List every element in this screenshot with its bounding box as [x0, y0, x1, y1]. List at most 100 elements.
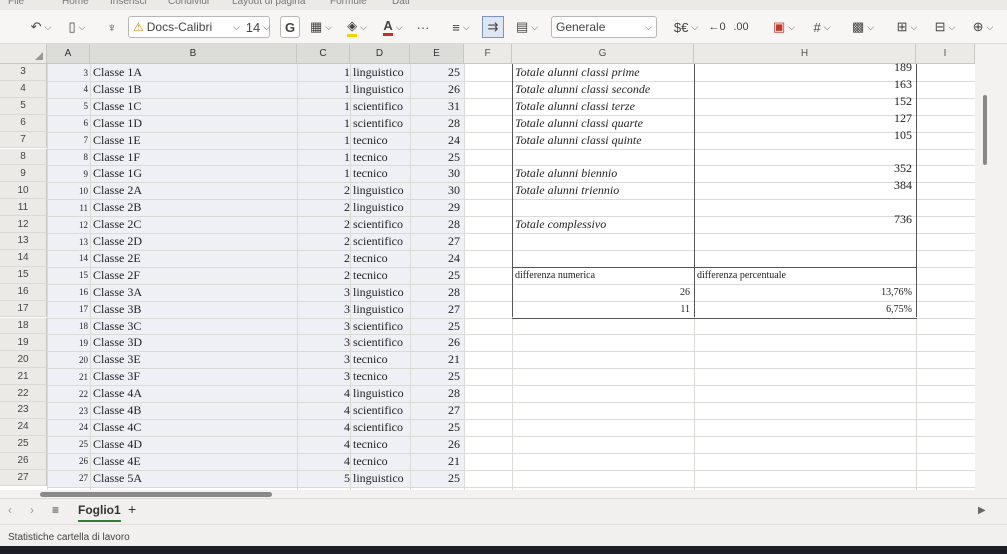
cell-track[interactable]: scientifico [350, 233, 410, 250]
cell-class-name[interactable]: Classe 1F [90, 149, 297, 166]
row-header[interactable]: 26 [0, 452, 47, 470]
column-header-a[interactable]: A [47, 44, 90, 64]
menu-condividi[interactable]: Condividi [168, 0, 209, 7]
cell-class-name[interactable]: Classe 1D [90, 115, 297, 132]
add-sheet-button[interactable]: + [128, 501, 136, 517]
summary-value[interactable]: 105 [694, 127, 916, 144]
spreadsheet-grid[interactable]: A B C D E F G H I 3 3 Classe 1A 1 linguistico 25 4 4 Clas… [0, 44, 975, 490]
cell-class-name[interactable]: Classe 2A [90, 182, 297, 199]
cell-students[interactable]: 29 [410, 199, 464, 216]
cell-track[interactable]: linguistico [350, 385, 410, 402]
row-header[interactable]: 8 [0, 148, 47, 166]
summary-value[interactable]: 352 [694, 160, 916, 177]
cell-id[interactable]: 23 [47, 402, 90, 419]
font-size-select[interactable]: ⌵ 14 ⌵ [228, 16, 272, 38]
cell-class-name[interactable]: Classe 1B [90, 81, 297, 98]
diff-num-header[interactable]: differenza numerica [512, 267, 694, 284]
cell-id[interactable]: 4 [47, 81, 90, 98]
workbook-statistics[interactable]: Statistiche cartella di lavoro [8, 532, 130, 543]
cell-track[interactable]: tecnico [350, 149, 410, 166]
column-header-f[interactable]: F [464, 44, 512, 64]
cell-year[interactable]: 3 [297, 301, 354, 318]
column-header-c[interactable]: C [297, 44, 350, 64]
cell-year[interactable]: 2 [297, 250, 354, 267]
cell-track[interactable]: linguistico [350, 301, 410, 318]
menu-file[interactable]: File [8, 0, 24, 7]
row-header[interactable]: 21 [0, 368, 47, 386]
cell-id[interactable]: 14 [47, 250, 90, 267]
cell-students[interactable]: 21 [410, 453, 464, 470]
cell-class-name[interactable]: Classe 3E [90, 351, 297, 368]
summary-value[interactable]: 189 [694, 59, 916, 76]
cell-students[interactable]: 26 [410, 436, 464, 453]
cell-students[interactable]: 25 [410, 149, 464, 166]
diff-num-2[interactable]: 11 [512, 301, 694, 318]
next-sheet-icon[interactable]: › [30, 503, 34, 517]
cell-id[interactable]: 8 [47, 149, 90, 166]
cell-track[interactable]: scientifico [350, 115, 410, 132]
summary-value[interactable]: 384 [694, 177, 916, 194]
summary-label[interactable]: Totale alunni biennio [512, 165, 694, 182]
wrap-text-button[interactable]: ⇉ [482, 16, 504, 38]
select-all-corner[interactable] [0, 44, 47, 64]
cell-id[interactable]: 3 [47, 64, 90, 81]
cell-class-name[interactable]: Classe 4A [90, 385, 297, 402]
cell-class-name[interactable]: Classe 3A [90, 284, 297, 301]
summary-label[interactable]: Totale complessivo [512, 216, 694, 233]
cell-students[interactable]: 28 [410, 284, 464, 301]
summary-label[interactable]: Totale alunni classi prime [512, 64, 694, 81]
cell-year[interactable]: 4 [297, 419, 354, 436]
cell-year[interactable]: 3 [297, 284, 354, 301]
column-header-e[interactable]: E [410, 44, 464, 64]
number-format-select[interactable]: Generale ⌵ [551, 16, 657, 38]
row-header[interactable]: 7 [0, 131, 47, 149]
summary-label[interactable]: Totale alunni classi seconde [512, 81, 694, 98]
cell-id[interactable]: 18 [47, 318, 90, 335]
cell-id[interactable]: 10 [47, 182, 90, 199]
cell-year[interactable]: 4 [297, 402, 354, 419]
menu-formule[interactable]: Formule [330, 0, 367, 7]
cell-year[interactable]: 2 [297, 233, 354, 250]
cell-year[interactable]: 3 [297, 318, 354, 335]
cell-students[interactable]: 25 [410, 64, 464, 81]
cell-class-name[interactable]: Classe 4D [90, 436, 297, 453]
cell-track[interactable]: scientifico [350, 216, 410, 233]
cell-id[interactable]: 21 [47, 368, 90, 385]
cell-class-name[interactable]: Classe 4C [90, 419, 297, 436]
summary-label[interactable]: Totale alunni classi terze [512, 98, 694, 115]
cell-track[interactable]: scientifico [350, 402, 410, 419]
cell-year[interactable]: 1 [297, 132, 354, 149]
merge-cells-button[interactable]: ▤ ⌵ [510, 16, 544, 38]
cell-year[interactable]: 3 [297, 368, 354, 385]
row-header[interactable]: 16 [0, 283, 47, 301]
cell-track[interactable]: tecnico [350, 351, 410, 368]
currency-button[interactable]: $€ ⌵ [668, 16, 704, 38]
cell-year[interactable]: 1 [297, 98, 354, 115]
scroll-right-icon[interactable]: ▶ [978, 505, 986, 516]
row-header[interactable]: 15 [0, 266, 47, 284]
row-header[interactable]: 24 [0, 418, 47, 436]
cell-students[interactable]: 28 [410, 216, 464, 233]
row-header[interactable]: 23 [0, 402, 47, 419]
cell-students[interactable]: 30 [410, 165, 464, 182]
cell-students[interactable]: 28 [410, 385, 464, 402]
cell-id[interactable]: 12 [47, 216, 90, 233]
summary-label[interactable]: Totale alunni classi quarte [512, 115, 694, 132]
column-header-i[interactable]: I [916, 44, 975, 64]
column-header-b[interactable]: B [90, 44, 297, 64]
cell-class-name[interactable]: Classe 1G [90, 165, 297, 182]
menu-dati[interactable]: Dati [392, 0, 410, 7]
summary-value[interactable]: 152 [694, 93, 916, 110]
menu-inserisci[interactable]: Inserisci [110, 0, 147, 7]
cell-id[interactable]: 20 [47, 351, 90, 368]
cell-students[interactable]: 25 [410, 419, 464, 436]
cell-year[interactable]: 4 [297, 436, 354, 453]
row-header[interactable]: 6 [0, 114, 47, 132]
cell-class-name[interactable]: Classe 2B [90, 199, 297, 216]
cell-students[interactable]: 26 [410, 334, 464, 351]
cell-track[interactable]: linguistico [350, 284, 410, 301]
decrease-decimal-icon[interactable]: .00 [730, 16, 752, 38]
cell-year[interactable]: 3 [297, 351, 354, 368]
menu-layout-di-pagina[interactable]: Layout di pagina [232, 0, 305, 7]
row-header[interactable]: 20 [0, 351, 47, 369]
